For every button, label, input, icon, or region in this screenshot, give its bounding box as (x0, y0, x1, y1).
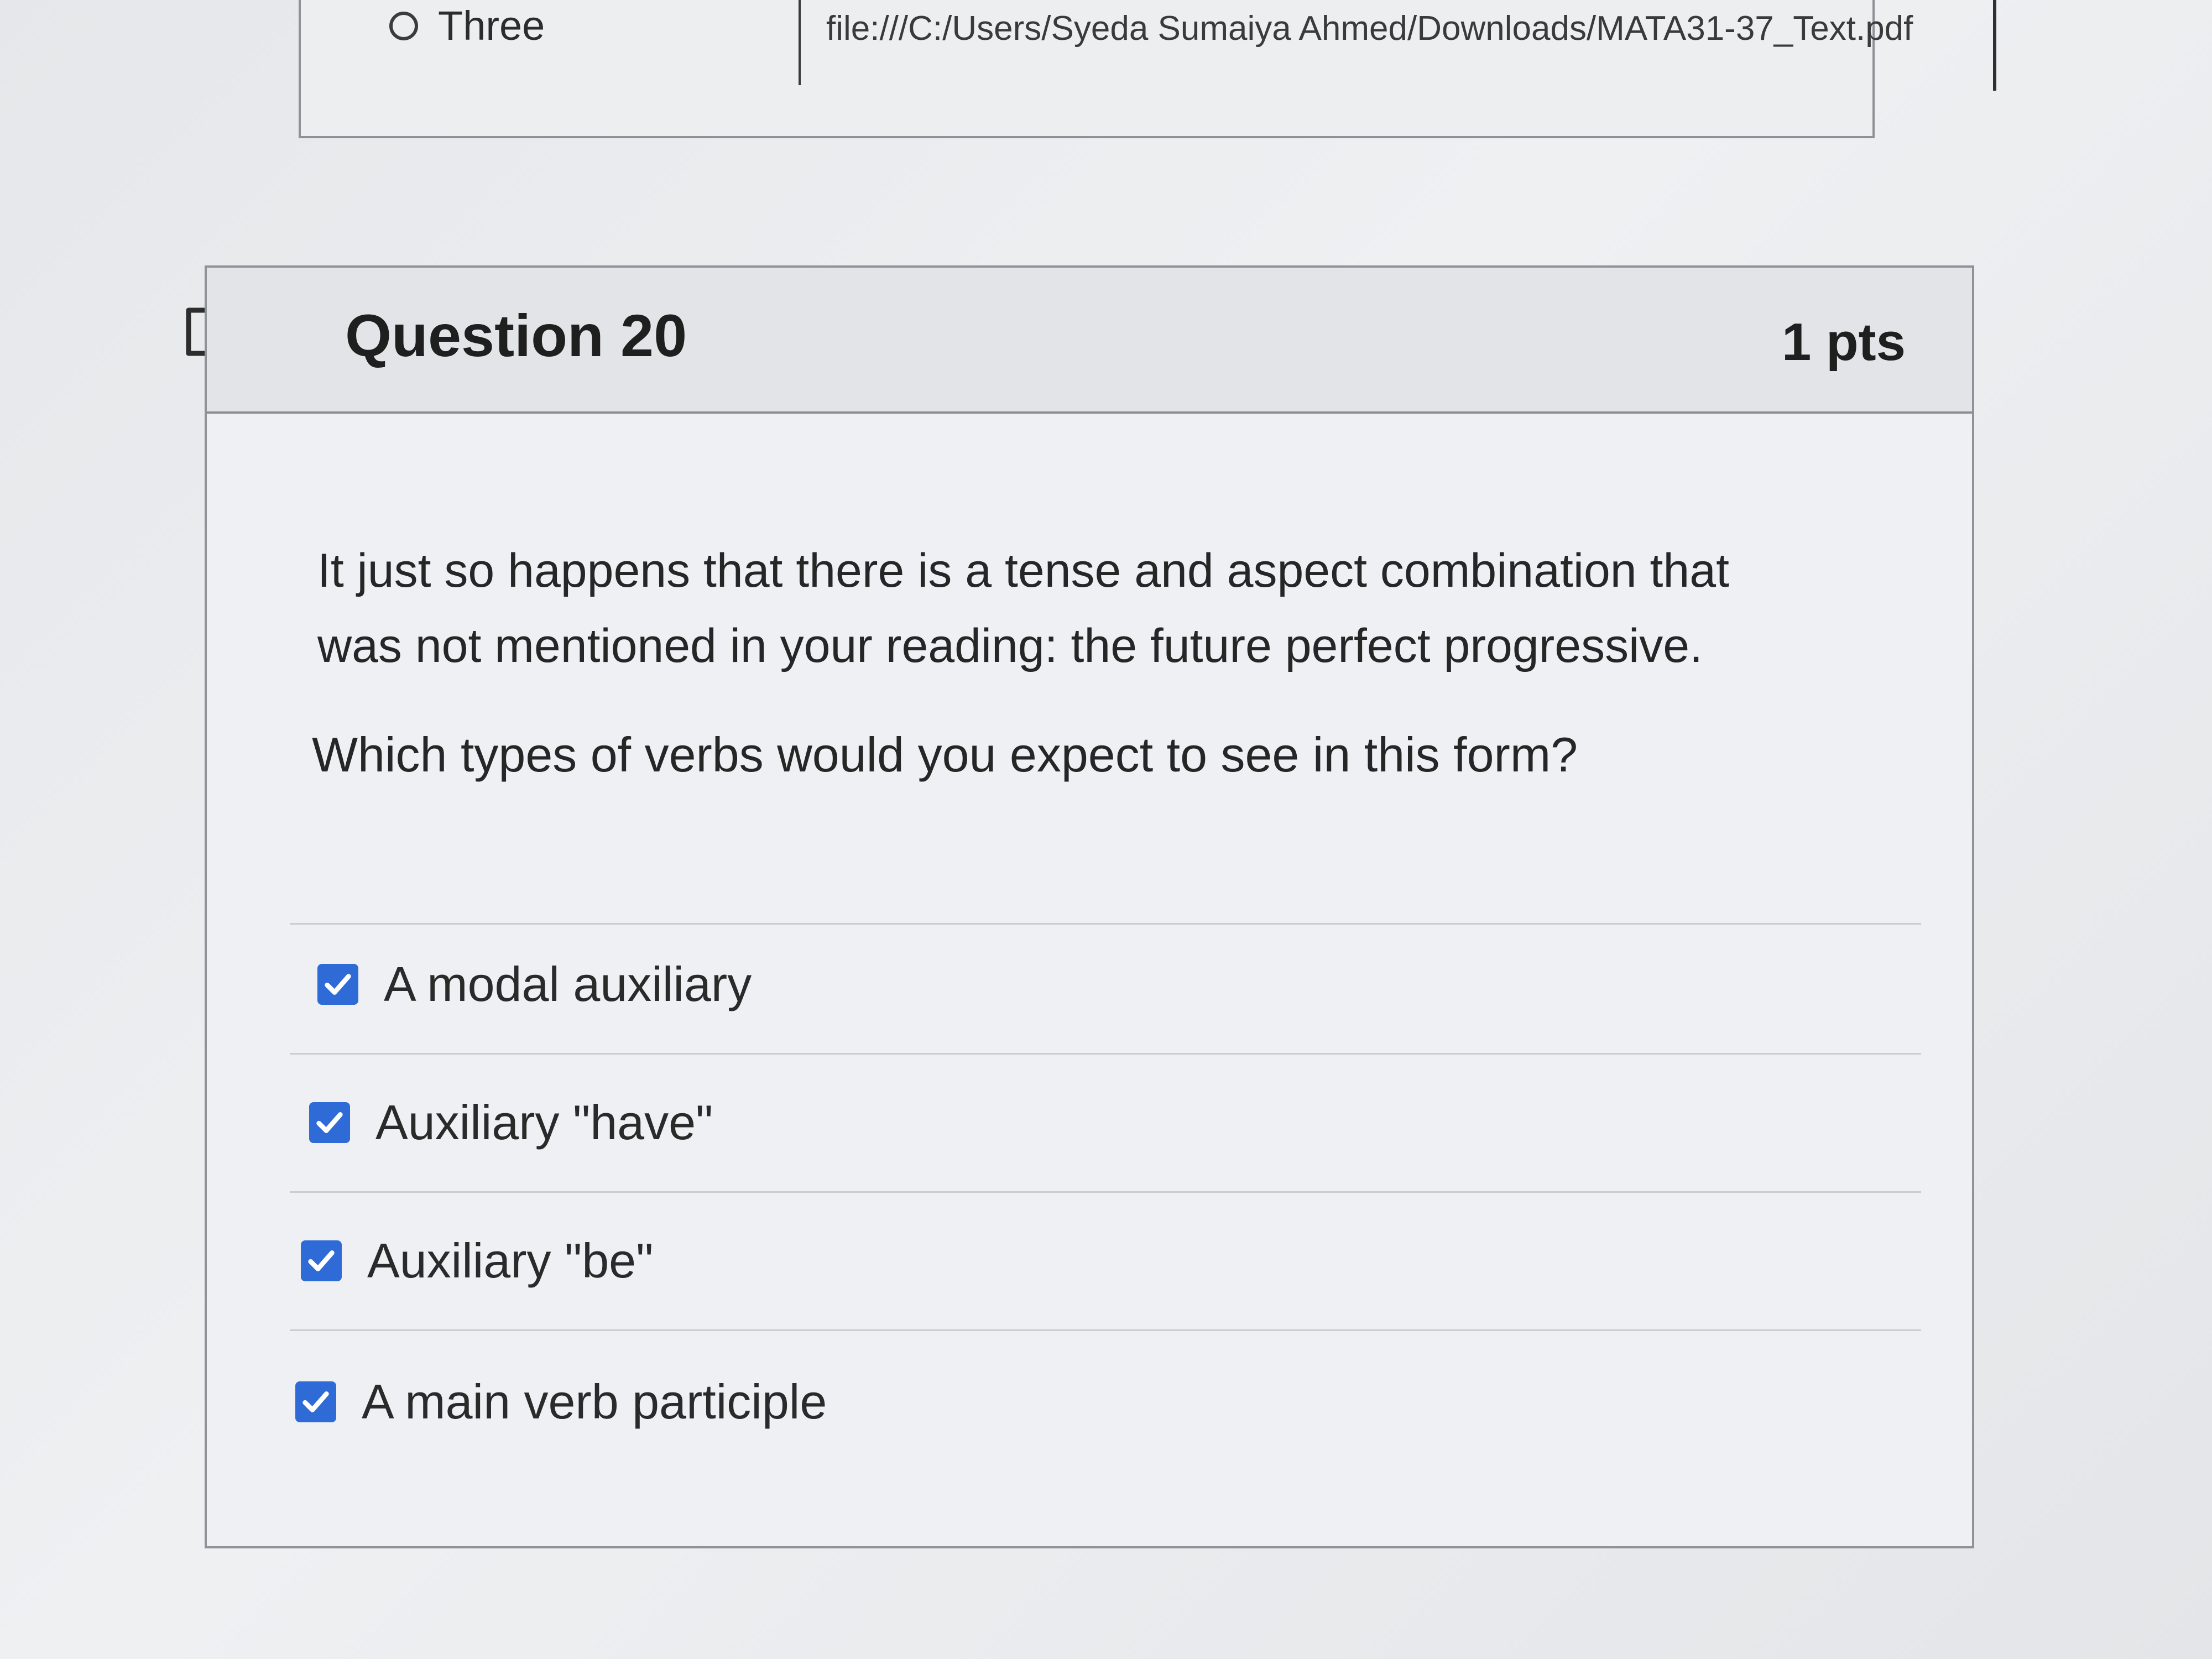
answer-label: A modal auxiliary (384, 957, 752, 1011)
answer-label: A main verb participle (362, 1374, 827, 1429)
answer-divider (290, 923, 1921, 925)
checkbox-checked[interactable] (309, 1102, 350, 1143)
question-points: 1 pts (1781, 312, 1906, 372)
answer-option-main-verb-participle[interactable]: A main verb participle (295, 1374, 827, 1430)
answer-label: Auxiliary "have" (375, 1095, 713, 1150)
checkmark-icon (316, 1112, 343, 1133)
question-prompt: Which types of verbs would you expect to… (312, 727, 1578, 782)
question-text: It just so happens that there is a tense… (317, 533, 1866, 684)
question-text-line-2: was not mentioned in your reading: the f… (317, 619, 1703, 672)
question-header: Question 20 1 pts (207, 268, 1972, 414)
content-divider-right (1993, 0, 1996, 91)
answer-option-auxiliary-be[interactable]: Auxiliary "be" (301, 1233, 653, 1289)
content-divider (799, 0, 801, 85)
checkbox-checked[interactable] (295, 1381, 336, 1422)
question-title: Question 20 (345, 302, 687, 369)
previous-answer-label: Three (438, 3, 545, 49)
answer-divider (290, 1191, 1921, 1193)
previous-question-card: Three CALCULUS file:///C:/Users/Syeda Su… (299, 0, 1996, 138)
answer-option-modal-auxiliary[interactable]: A modal auxiliary (317, 956, 752, 1013)
checkmark-icon (308, 1250, 335, 1271)
answer-option-auxiliary-have[interactable]: Auxiliary "have" (309, 1094, 713, 1151)
question-text-line-1: It just so happens that there is a tense… (317, 544, 1729, 597)
answer-label: Auxiliary "be" (367, 1233, 654, 1288)
previous-answer-option[interactable]: Three (389, 2, 545, 49)
answer-divider (290, 1329, 1921, 1331)
file-path-text: file:///C:/Users/Syeda Sumaiya Ahmed/Dow… (826, 9, 1913, 48)
checkmark-icon (325, 974, 351, 995)
answer-divider (290, 1053, 1921, 1055)
question-card: Question 20 1 pts It just so happens tha… (205, 265, 1974, 1548)
partial-heading-text: CALCULUS (826, 0, 1000, 6)
checkbox-checked[interactable] (301, 1240, 342, 1281)
radio-button[interactable] (389, 11, 418, 40)
checkbox-checked[interactable] (317, 964, 358, 1005)
checkmark-icon (302, 1391, 329, 1412)
